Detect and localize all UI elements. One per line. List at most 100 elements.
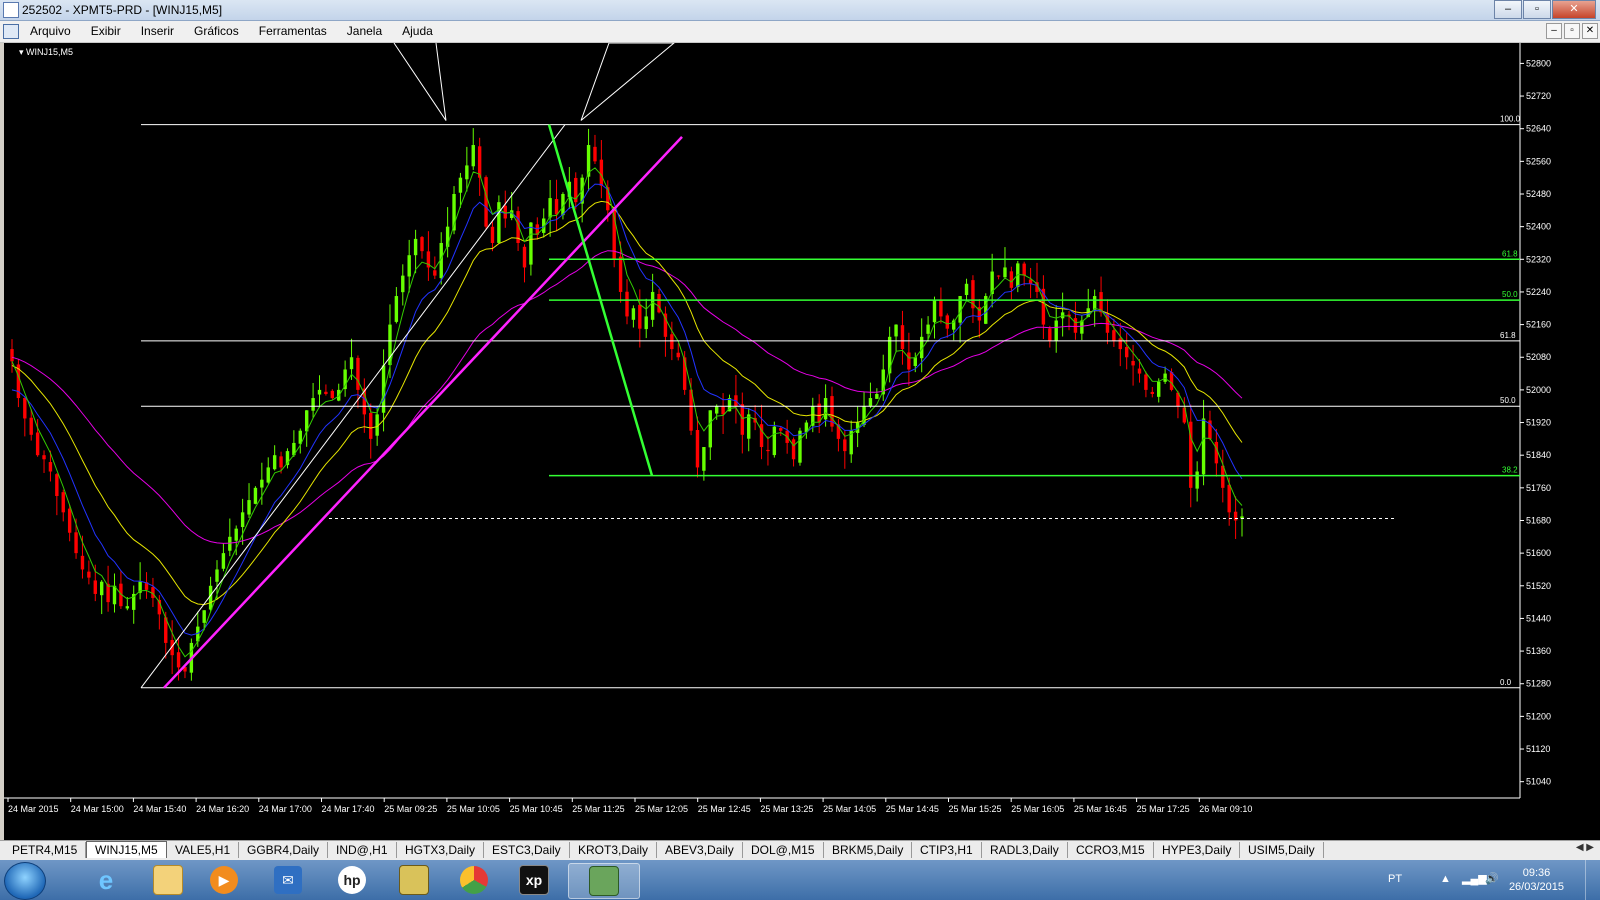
menu-ajuda[interactable]: Ajuda <box>392 24 443 38</box>
candle-body <box>317 389 322 395</box>
start-button[interactable] <box>4 862 46 900</box>
app-icon[interactable] <box>388 863 440 897</box>
chart-tab[interactable]: ABEV3,Daily <box>657 842 743 858</box>
chart-tab[interactable]: GGBR4,Daily <box>239 842 329 858</box>
candle-body <box>465 165 469 180</box>
candle-body <box>1048 328 1052 341</box>
candle-body <box>23 398 27 419</box>
menu-janela[interactable]: Janela <box>337 24 392 38</box>
hp-icon[interactable]: hp <box>326 863 378 897</box>
clock[interactable]: 09:36 26/03/2015 <box>1509 866 1564 894</box>
candle-body <box>676 352 680 358</box>
candle-body <box>1054 320 1058 341</box>
mdi-minimize-button[interactable]: – <box>1546 23 1562 39</box>
candle-body <box>1144 374 1148 390</box>
tab-scroll-arrows[interactable]: ◀ ▶ <box>1576 842 1594 853</box>
menu-exibir[interactable]: Exibir <box>81 24 131 38</box>
candle-body <box>721 406 725 415</box>
menu-graficos[interactable]: Gráficos <box>184 24 249 38</box>
price-chart[interactable]: ▾ WINJ15,M5 52800 52720 52640 52560 52480 5240… <box>4 43 1600 840</box>
menu-bar: Arquivo Exibir Inserir Gráficos Ferramen… <box>0 21 1600 43</box>
chrome-icon[interactable] <box>448 863 500 897</box>
show-hidden-icons[interactable]: ▲ <box>1440 873 1451 885</box>
file-explorer-icon[interactable] <box>142 863 194 897</box>
candle-body <box>42 455 46 460</box>
fib1-level-label: 50.0 <box>1500 396 1516 405</box>
window-titlebar[interactable]: 252502 - XPMT5-PRD - [WINJ15,M5] – ▫ ✕ <box>0 0 1600 21</box>
candle-body <box>234 528 238 541</box>
candle-body <box>791 439 796 460</box>
chart-tab[interactable]: BRKM5,Daily <box>824 842 913 858</box>
chart-tab[interactable]: KROT3,Daily <box>570 842 658 858</box>
time-tick-label: 24 Mar 15:00 <box>71 804 124 814</box>
time-tick-label: 25 Mar 10:05 <box>447 804 500 814</box>
candle-body <box>260 479 264 488</box>
price-tick-label: 52720 <box>1526 91 1551 101</box>
chart-tab[interactable]: ESTC3,Daily <box>484 842 570 858</box>
show-desktop-button[interactable] <box>1585 860 1600 900</box>
price-tick-label: 51520 <box>1526 581 1551 591</box>
candle-body <box>311 398 315 411</box>
candle-body <box>74 532 78 554</box>
price-tick-label: 51440 <box>1526 613 1551 623</box>
candle-body <box>29 417 33 435</box>
chart-tab[interactable]: CTIP3,H1 <box>912 842 982 858</box>
fib1-level-label: 61.8 <box>1500 331 1516 340</box>
chart-tab[interactable]: DOL@,M15 <box>743 842 824 858</box>
candle-body <box>407 255 411 277</box>
menu-ferramentas[interactable]: Ferramentas <box>249 24 337 38</box>
candle-body <box>1169 372 1174 390</box>
media-player-icon[interactable]: ▶ <box>198 863 250 897</box>
chart-tab[interactable]: HYPE3,Daily <box>1154 842 1241 858</box>
mdi-close-button[interactable]: ✕ <box>1582 23 1598 39</box>
chart-tab[interactable]: HGTX3,Daily <box>397 842 485 858</box>
price-tick-label: 52800 <box>1526 58 1551 68</box>
chart-tab[interactable]: WINJ15,M5 <box>86 841 167 858</box>
candle-body <box>1073 318 1078 333</box>
candle-body <box>61 492 65 513</box>
candle-body <box>1233 511 1238 521</box>
outlook-icon[interactable]: ✉ <box>262 863 314 897</box>
candle-body <box>176 652 181 668</box>
xp-icon[interactable]: xp <box>508 863 560 897</box>
candle-body <box>1124 347 1129 358</box>
time-tick-label: 25 Mar 16:45 <box>1074 804 1127 814</box>
candle-body <box>266 467 270 483</box>
chart-tab[interactable]: PETR4,M15 <box>4 842 87 858</box>
internet-explorer-icon[interactable]: e <box>80 863 132 897</box>
language-indicator[interactable]: PT <box>1388 873 1402 885</box>
chart-tab[interactable]: IND@,H1 <box>328 842 397 858</box>
candle-body <box>964 283 969 296</box>
candle-body <box>1022 263 1026 276</box>
candle-body <box>1227 484 1231 513</box>
candle-body <box>433 270 437 276</box>
network-icon[interactable]: ▂▄▆ <box>1462 872 1487 885</box>
chart-tab[interactable]: VALE5,H1 <box>167 842 240 858</box>
metatrader-icon[interactable] <box>568 863 640 899</box>
time-tick-label: 25 Mar 17:25 <box>1137 804 1190 814</box>
candle-body <box>708 410 712 448</box>
chart-tab[interactable]: RADL3,Daily <box>982 842 1068 858</box>
price-tick-label: 52640 <box>1526 124 1551 134</box>
fib1-level-label: 0.0 <box>1500 678 1512 687</box>
candle-body <box>349 357 354 370</box>
candle-body <box>702 447 706 471</box>
candle-body <box>99 581 104 596</box>
maximize-button[interactable]: ▫ <box>1523 0 1551 19</box>
candle-body <box>253 487 258 504</box>
volume-icon[interactable]: 🔊 <box>1485 872 1499 885</box>
time-tick-label: 26 Mar 09:10 <box>1199 804 1252 814</box>
candle-body <box>1163 373 1167 382</box>
chart-area[interactable]: ▾ WINJ15,M5 52800 52720 52640 52560 52480 5240… <box>0 43 1600 840</box>
menu-arquivo[interactable]: Arquivo <box>20 24 81 38</box>
minimize-button[interactable]: – <box>1494 0 1522 19</box>
chart-tab[interactable]: CCRO3,M15 <box>1068 842 1154 858</box>
chart-window-icon[interactable] <box>3 24 19 39</box>
mdi-restore-button[interactable]: ▫ <box>1564 23 1580 39</box>
menu-inserir[interactable]: Inserir <box>131 24 184 38</box>
chart-tab[interactable]: USIM5,Daily <box>1240 842 1324 858</box>
close-button[interactable]: ✕ <box>1552 0 1596 19</box>
window-controls: – ▫ ✕ <box>1493 0 1596 19</box>
candle-body <box>484 177 488 227</box>
candle-body <box>35 432 40 456</box>
